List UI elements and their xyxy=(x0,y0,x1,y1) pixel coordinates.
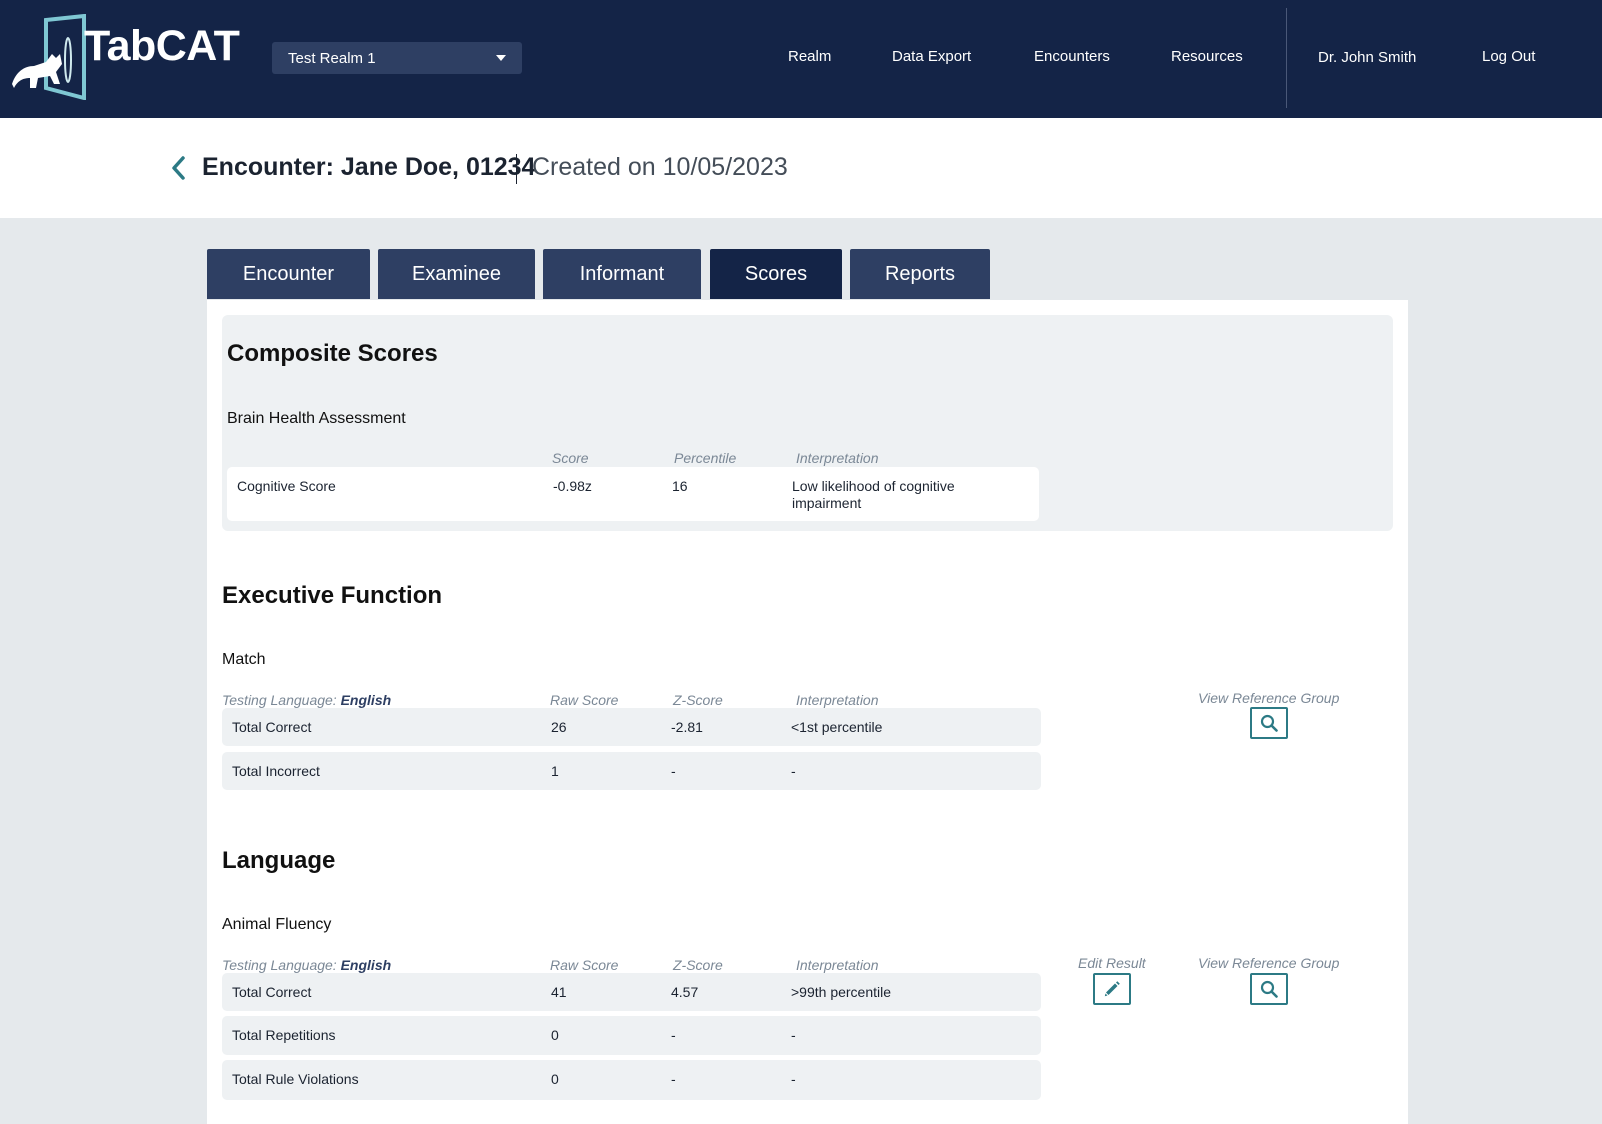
table-row: Total Correct 41 4.57 >99th percentile xyxy=(222,973,1041,1011)
cat-portal-icon xyxy=(12,14,86,100)
table-row: Cognitive Score -0.98z 16 Low likelihood… xyxy=(227,467,1039,521)
encounter-created-date: Created on 10/05/2023 xyxy=(532,153,788,181)
testing-language-value: English xyxy=(340,957,392,973)
table-row: Total Rule Violations 0 - - xyxy=(222,1060,1041,1100)
composite-assessment-name: Brain Health Assessment xyxy=(227,410,406,427)
row-name: Total Correct xyxy=(232,719,312,735)
col-interpretation: Interpretation xyxy=(796,450,879,466)
col-interpretation: Interpretation xyxy=(796,957,879,973)
language-heading: Language xyxy=(222,847,336,874)
testing-language-label: Testing Language: xyxy=(222,692,341,708)
row-z-score: - xyxy=(671,763,676,779)
row-score: -0.98z xyxy=(553,478,592,494)
tab-encounter[interactable]: Encounter xyxy=(207,249,370,299)
language-test-name: Animal Fluency xyxy=(222,916,332,933)
encounter-title-bar: Encounter: Jane Doe, 01234 Created on 10… xyxy=(0,118,1602,218)
tab-reports[interactable]: Reports xyxy=(850,249,990,299)
row-z-score: - xyxy=(671,1071,676,1087)
row-raw-score: 0 xyxy=(551,1027,559,1043)
encounter-title: Encounter: Jane Doe, 01234 xyxy=(202,153,536,181)
row-name: Total Repetitions xyxy=(232,1027,336,1043)
user-name-link[interactable]: Dr. John Smith xyxy=(1318,49,1416,66)
row-interpretation-line-1: Low likelihood of cognitive xyxy=(792,478,955,494)
chevron-left-icon[interactable] xyxy=(170,155,186,181)
logout-link[interactable]: Log Out xyxy=(1482,48,1535,65)
row-z-score: 4.57 xyxy=(671,984,699,1000)
search-icon xyxy=(1260,980,1278,998)
table-row: Total Incorrect 1 - - xyxy=(222,752,1041,790)
row-raw-score: 0 xyxy=(551,1071,559,1087)
row-name: Total Rule Violations xyxy=(232,1071,359,1087)
title-separator xyxy=(516,154,517,184)
realm-dropdown[interactable]: Test Realm 1 xyxy=(272,42,522,74)
nav-realm[interactable]: Realm xyxy=(788,48,831,65)
row-z-score: - xyxy=(671,1027,676,1043)
row-interpretation-line-2: impairment xyxy=(792,495,862,511)
search-icon xyxy=(1260,714,1278,732)
view-reference-group-button[interactable] xyxy=(1250,707,1288,739)
testing-language-value: English xyxy=(340,692,392,708)
testing-language: Testing Language: English xyxy=(222,692,391,708)
tabcat-logo[interactable] xyxy=(6,14,92,100)
edit-result-button[interactable] xyxy=(1093,973,1131,1005)
row-raw-score: 1 xyxy=(551,763,559,779)
row-raw-score: 41 xyxy=(551,984,567,1000)
brand-name: TabCAT xyxy=(84,22,240,70)
tab-examinee[interactable]: Examinee xyxy=(378,249,535,299)
tab-informant[interactable]: Informant xyxy=(543,249,701,299)
executive-test-name: Match xyxy=(222,651,266,668)
nav-data-export[interactable]: Data Export xyxy=(892,48,971,65)
col-score: Score xyxy=(552,450,589,466)
row-interpretation: - xyxy=(791,1071,796,1087)
row-raw-score: 26 xyxy=(551,719,567,735)
tab-scores[interactable]: Scores xyxy=(710,249,842,299)
executive-function-heading: Executive Function xyxy=(222,582,443,609)
table-row: Total Correct 26 -2.81 <1st percentile xyxy=(222,708,1041,746)
nav-divider xyxy=(1286,8,1287,108)
row-name: Total Incorrect xyxy=(232,763,320,779)
row-interpretation: - xyxy=(791,763,796,779)
testing-language-label: Testing Language: xyxy=(222,957,341,973)
pencil-icon xyxy=(1104,981,1120,997)
col-interpretation: Interpretation xyxy=(796,692,879,708)
realm-selected-value: Test Realm 1 xyxy=(288,49,376,67)
view-reference-group-label: View Reference Group xyxy=(1198,955,1340,971)
col-raw-score: Raw Score xyxy=(550,957,619,973)
row-interpretation: >99th percentile xyxy=(791,984,892,1000)
table-row: Total Repetitions 0 - - xyxy=(222,1016,1041,1055)
col-z-score: Z-Score xyxy=(673,692,723,708)
row-percentile: 16 xyxy=(672,478,688,494)
col-percentile: Percentile xyxy=(674,450,737,466)
edit-result-label: Edit Result xyxy=(1078,955,1146,971)
view-reference-group-button[interactable] xyxy=(1250,973,1288,1005)
col-raw-score: Raw Score xyxy=(550,692,619,708)
row-interpretation: <1st percentile xyxy=(791,719,883,735)
row-interpretation: - xyxy=(791,1027,796,1043)
top-navigation-bar: TabCAT Test Realm 1 Realm Data Export En… xyxy=(0,0,1602,118)
testing-language: Testing Language: English xyxy=(222,957,391,973)
composite-heading: Composite Scores xyxy=(227,340,438,367)
row-name: Cognitive Score xyxy=(237,478,336,494)
nav-resources[interactable]: Resources xyxy=(1171,48,1243,65)
row-z-score: -2.81 xyxy=(671,719,703,735)
caret-down-icon xyxy=(496,55,506,61)
nav-encounters[interactable]: Encounters xyxy=(1034,48,1110,65)
col-z-score: Z-Score xyxy=(673,957,723,973)
row-name: Total Correct xyxy=(232,984,312,1000)
view-reference-group-label: View Reference Group xyxy=(1198,690,1340,706)
